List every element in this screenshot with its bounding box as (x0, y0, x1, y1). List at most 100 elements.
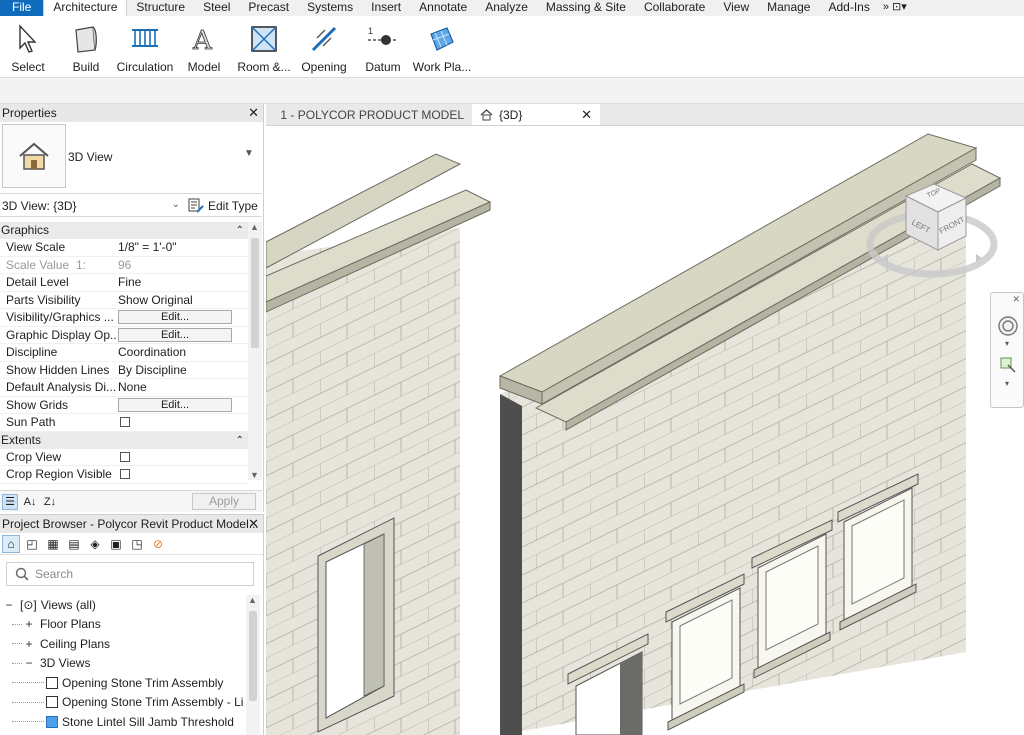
chevron-down-icon[interactable]: ▾ (1005, 379, 1009, 388)
close-icon[interactable]: ✕ (581, 107, 592, 123)
menu-tab-precast[interactable]: Precast (239, 0, 298, 16)
menu-tab-steel[interactable]: Steel (194, 0, 239, 16)
browser-scrollbar[interactable]: ▲ (246, 595, 260, 735)
collapse-icon[interactable]: − (4, 598, 14, 612)
type-selector[interactable]: 3D View ▼ (0, 122, 262, 194)
scroll-thumb[interactable] (249, 611, 257, 701)
property-value: 96 (118, 257, 132, 272)
chevron-down-icon[interactable]: ▼ (250, 470, 259, 480)
assembly-icon[interactable]: ◳ (128, 535, 146, 553)
tree-item[interactable]: + Floor Plans (0, 615, 250, 635)
group-icon[interactable]: ▣ (107, 535, 125, 553)
close-icon[interactable]: ✕ (248, 104, 259, 122)
tree-item[interactable]: + Ceiling Plans (0, 634, 250, 654)
property-name: Sun Path (6, 415, 56, 430)
menu-tab-file[interactable]: File (0, 0, 44, 16)
view-tab-sheet[interactable]: 1 - POLYCOR PRODUCT MODEL (266, 104, 472, 125)
edit-type-button[interactable]: Edit Type (188, 198, 258, 214)
ribbon-button-build[interactable]: Build (56, 16, 116, 77)
scroll-thumb[interactable] (251, 238, 259, 348)
categorized-icon[interactable]: ☰ (2, 493, 18, 510)
properties-scrollbar[interactable]: ▲ ▼ (248, 222, 262, 480)
search-icon (15, 567, 29, 581)
menu-tab-collaborate[interactable]: Collaborate (635, 0, 714, 16)
family-icon[interactable]: ◈ (86, 535, 104, 553)
checkbox[interactable] (120, 469, 130, 480)
double-chevron-right-icon[interactable]: » ⊡▾ (879, 0, 911, 16)
property-row: Show Grids Edit... (0, 397, 248, 414)
ribbon-button-opening[interactable]: Opening (294, 16, 354, 77)
chevron-up-icon[interactable]: ▲ (250, 222, 259, 232)
tree-item[interactable]: −3D Views (0, 654, 250, 674)
chevron-down-icon[interactable]: ▼ (244, 148, 254, 159)
menu-tab-architecture[interactable]: Architecture (43, 0, 128, 16)
ribbon-button-circulation[interactable]: Circulation (116, 16, 174, 77)
property-value[interactable]: None (116, 380, 248, 394)
menu-tab-analyze[interactable]: Analyze (476, 0, 537, 16)
svg-text:1: 1 (368, 26, 373, 36)
menu-tab-massing-site[interactable]: Massing & Site (537, 0, 635, 16)
property-value[interactable]: Coordination (116, 345, 248, 359)
ribbon-button-model[interactable]: A Model (174, 16, 234, 77)
edit-button[interactable]: Edit... (118, 327, 232, 342)
tree-item[interactable]: − [⊙] Views (all) (0, 595, 250, 615)
sort-descending-icon[interactable]: Z↓ (42, 494, 58, 510)
apply-button[interactable]: Apply (192, 493, 256, 510)
expand-icon[interactable]: + (24, 617, 34, 631)
property-value[interactable] (116, 469, 248, 480)
property-value[interactable]: By Discipline (116, 363, 248, 377)
collapse-icon[interactable]: ⌃ (236, 222, 244, 239)
tree-item[interactable]: Opening Stone Trim Assembly - Li (0, 693, 250, 713)
property-value[interactable] (116, 417, 248, 428)
collapse-icon[interactable]: ⌃ (236, 432, 244, 449)
model-view[interactable]: TOP LEFT FRONT (266, 126, 1024, 735)
search-input[interactable]: Search (6, 562, 254, 586)
ribbon-button-datum[interactable]: 1 Datum (354, 16, 412, 77)
view-icon[interactable]: ◰ (23, 535, 41, 553)
menu-tab-structure[interactable]: Structure (127, 0, 194, 16)
menu-tab-systems[interactable]: Systems (298, 0, 362, 16)
chevron-down-icon[interactable]: ▾ (1005, 339, 1009, 348)
menu-tab-manage[interactable]: Manage (758, 0, 819, 16)
menu-tab-annotate[interactable]: Annotate (410, 0, 476, 16)
property-value[interactable]: Edit... (116, 327, 248, 342)
house-icon[interactable]: ⌂ (2, 534, 20, 553)
tree-item[interactable]: Opening Stone Trim Assembly (0, 673, 250, 693)
property-value[interactable]: Fine (116, 275, 248, 289)
schedule-icon[interactable]: ▦ (44, 535, 62, 553)
table-icon[interactable]: ▤ (65, 535, 83, 553)
menu-tab-insert[interactable]: Insert (362, 0, 410, 16)
property-category[interactable]: Graphics ⌃ (0, 222, 248, 239)
collapse-icon[interactable]: − (24, 656, 34, 670)
3d-viewport[interactable]: TOP LEFT FRONT (266, 126, 1024, 735)
steering-wheel-icon[interactable] (997, 315, 1019, 337)
sort-ascending-icon[interactable]: A↓ (22, 494, 38, 510)
checkbox[interactable] (120, 417, 130, 428)
link-icon[interactable]: ⊘ (149, 535, 167, 553)
property-value[interactable]: Edit... (116, 397, 248, 412)
properties-title-bar: Properties ✕ (0, 104, 263, 122)
close-icon[interactable]: ✕ (1012, 294, 1020, 305)
instance-selector[interactable]: 3D View: {3D} ⌄ (0, 199, 182, 213)
ribbon-button-select[interactable]: Select (0, 16, 56, 77)
property-value[interactable]: 1/8" = 1'-0" (116, 240, 248, 254)
property-category[interactable]: Extents ⌃ (0, 431, 248, 449)
tree-item[interactable]: Stone Lintel Sill Jamb Threshold (0, 712, 250, 732)
instance-row: 3D View: {3D} ⌄ Edit Type (0, 195, 262, 217)
tree-item-label: Ceiling Plans (40, 636, 111, 651)
checkbox[interactable] (120, 451, 130, 462)
property-value[interactable]: Edit... (116, 310, 248, 325)
ribbon-button-work-pla[interactable]: Work Pla... (412, 16, 472, 77)
edit-button[interactable]: Edit... (118, 397, 232, 412)
zoom-region-icon[interactable] (1000, 357, 1016, 373)
close-icon[interactable]: ✕ (248, 515, 259, 533)
expand-icon[interactable]: + (24, 637, 34, 651)
ribbon-button-room[interactable]: Room &... (234, 16, 294, 77)
chevron-up-icon[interactable]: ▲ (248, 595, 257, 605)
menu-tab-view[interactable]: View (714, 0, 758, 16)
property-value[interactable]: Show Original (116, 293, 248, 307)
view-tab-3d[interactable]: {3D} ✕ (472, 104, 600, 125)
property-value[interactable] (116, 451, 248, 462)
menu-tab-add-ins[interactable]: Add-Ins (819, 0, 878, 16)
edit-button[interactable]: Edit... (118, 310, 232, 325)
